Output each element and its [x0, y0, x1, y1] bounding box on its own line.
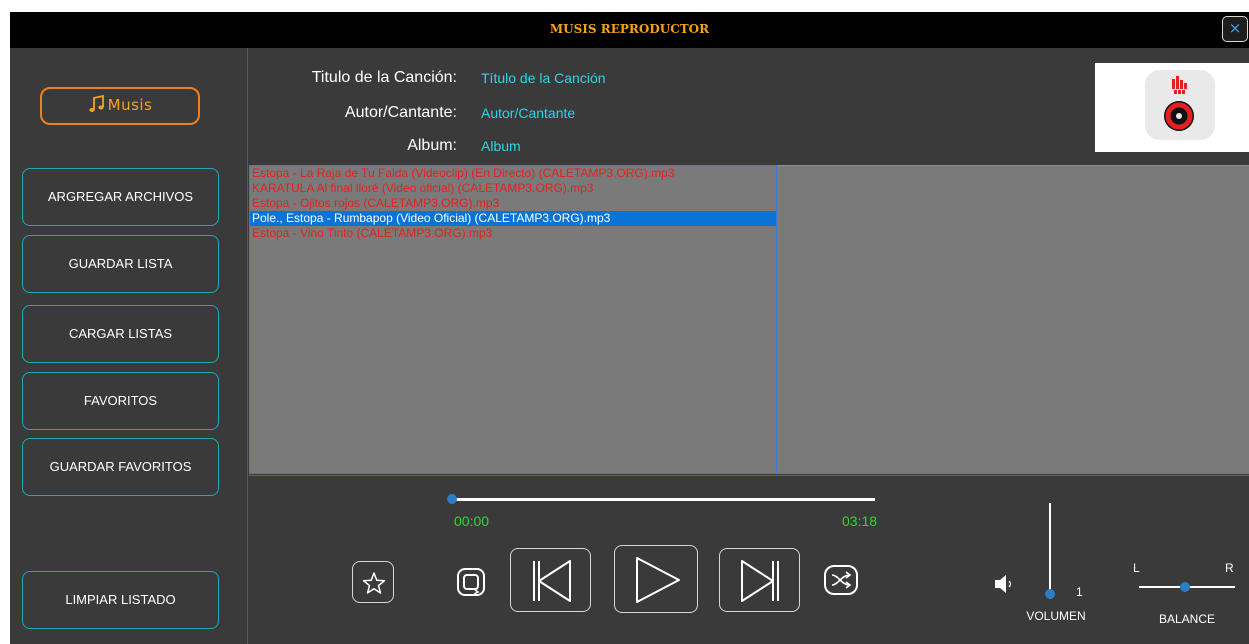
close-button[interactable]: ×: [1222, 16, 1248, 42]
balance-label: BALANCE: [1158, 612, 1216, 626]
track-list: Estopa - La Raja de Tu Falda (Videoclip)…: [250, 166, 776, 241]
shuffle-icon: [824, 565, 858, 595]
balance-left-label: L: [1133, 561, 1140, 575]
star-icon: [362, 572, 386, 594]
playlist[interactable]: Estopa - La Raja de Tu Falda (Videoclip)…: [249, 165, 777, 474]
playlist-track[interactable]: Estopa - Ojitos rojos (CALETAMP3.ORG).mp…: [250, 196, 776, 211]
close-icon: ×: [1228, 19, 1242, 37]
save-list-button[interactable]: GUARDAR LISTA: [22, 235, 219, 293]
music-app-icon: [1145, 70, 1215, 140]
volume-value: 1: [1076, 585, 1083, 599]
song-title-value: Título de la Canción: [481, 70, 606, 86]
speaker-icon: [995, 575, 1012, 593]
balance-right-label: R: [1225, 561, 1234, 575]
previous-button[interactable]: [510, 548, 591, 612]
load-lists-button[interactable]: CARGAR LISTAS: [22, 305, 219, 363]
album-label: Album:: [407, 137, 457, 154]
author-label: Autor/Cantante:: [344, 104, 457, 121]
volume-handle[interactable]: [1045, 589, 1055, 599]
song-title-label: Titulo de la Canción:: [311, 69, 457, 86]
repeat-icon: [457, 568, 485, 596]
add-files-button[interactable]: ARGREGAR ARCHIVOS: [22, 168, 219, 226]
album-value: Album: [481, 138, 521, 154]
total-time: 03:18: [842, 513, 878, 529]
music-note-icon: [89, 94, 104, 112]
volume-label: VOLUMEN: [1026, 609, 1086, 623]
playlist-track-selected[interactable]: Pole., Estopa - Rumbapop (Video Oficial)…: [250, 211, 776, 226]
player-controls: 00:00 03:18 1 VOLUMEN L R BALANCE: [249, 475, 1249, 644]
playlist-track[interactable]: Estopa - Vino Tinto (CALETAMP3.ORG).mp3: [250, 226, 776, 241]
playlist-track[interactable]: KARATULA Al final lloré (Video oficial) …: [250, 181, 776, 196]
play-icon: [636, 557, 680, 603]
app-logo: Musis: [40, 87, 200, 125]
title-bar: MUSIS REPRODUCTOR ×: [10, 12, 1249, 48]
app-title: MUSIS REPRODUCTOR: [549, 22, 710, 36]
player-window: MUSIS REPRODUCTOR × Musis ARGREGAR ARCHI…: [10, 12, 1249, 644]
progress-handle[interactable]: [447, 494, 457, 504]
clear-list-button[interactable]: LIMPIAR LISTADO: [22, 571, 219, 629]
next-button[interactable]: [719, 548, 800, 612]
favorites-button[interactable]: FAVORITOS: [22, 372, 219, 430]
play-button[interactable]: [614, 545, 698, 613]
next-icon: [741, 560, 779, 602]
progress-bar[interactable]: [451, 498, 875, 501]
song-info-panel: Titulo de la Canción: Título de la Canci…: [249, 48, 1249, 165]
logo-text: Musis: [107, 96, 153, 114]
shuffle-button[interactable]: [823, 564, 859, 596]
previous-icon: [533, 560, 571, 602]
playlist-track[interactable]: Estopa - La Raja de Tu Falda (Videoclip)…: [250, 166, 776, 181]
visual-panel: [777, 165, 1249, 474]
author-value: Autor/Cantante: [481, 105, 576, 121]
volume-slider[interactable]: [1049, 503, 1051, 599]
repeat-button[interactable]: [455, 566, 487, 598]
favorite-button[interactable]: [352, 561, 394, 603]
album-art: [1095, 63, 1249, 152]
save-favorites-button[interactable]: GUARDAR FAVORITOS: [22, 438, 219, 496]
balance-handle[interactable]: [1180, 582, 1190, 592]
current-time: 00:00: [454, 513, 490, 529]
